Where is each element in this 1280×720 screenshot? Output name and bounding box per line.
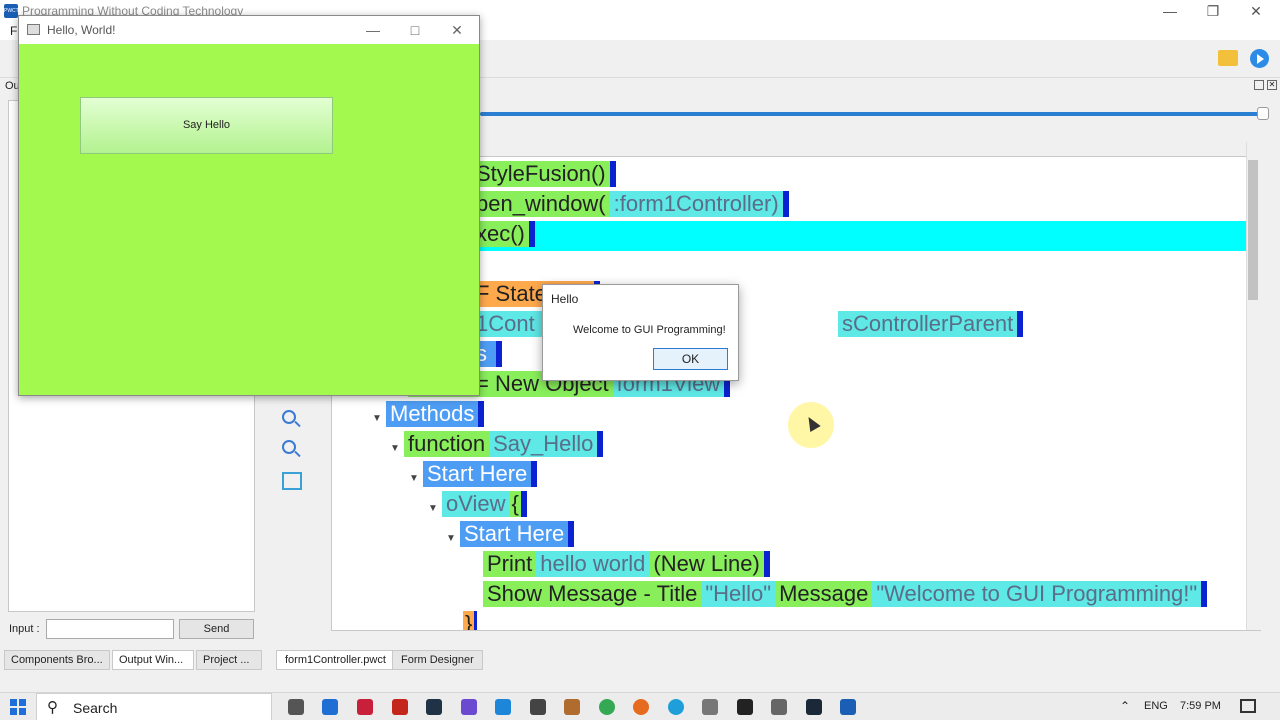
firefox-icon[interactable] [633,699,649,715]
code-token: "Welcome to GUI Programming!" [872,581,1208,607]
app-cube-icon[interactable] [530,699,546,715]
code-token: "Hello" [701,581,776,607]
steam-client-icon[interactable] [806,699,822,715]
code-token: Show Message - Title [483,581,702,607]
code-token: { [509,491,527,517]
app-icon: PWCT [4,4,19,18]
code-line[interactable]: ▼ function Say_Hello [390,431,604,462]
search-icon: ⚲ [47,699,58,716]
chat-icon[interactable] [322,699,338,715]
tray-chevron-icon[interactable]: ⌃ [1120,699,1130,713]
code-token: } [463,611,478,630]
code-token: Message [775,581,873,607]
code-line[interactable]: Show Message - Title "Hello" Message "Welco… [483,581,1208,611]
code-token: Say_Hello [489,431,604,457]
code-line[interactable]: StyleFusion() [472,161,616,191]
code-line[interactable]: ▼ oView{ [428,491,527,521]
code-line[interactable]: Print hello world (New Line) [483,551,770,581]
steam-icon[interactable] [426,699,442,715]
code-token: Methods [386,401,485,427]
selected-line-highlight [472,221,1260,251]
open-folder-icon[interactable] [1218,50,1238,66]
zoom-out-icon[interactable] [282,440,302,460]
search-label: Search [73,700,118,716]
tab-components-browser[interactable]: Components Bro... [4,650,110,670]
code-token: pen_window( [472,191,610,217]
code-token: 1Cont [472,311,544,337]
editor-scroll-thumb[interactable] [1248,160,1258,300]
hello-window-titlebar: Hello, World! — □ ✕ [19,16,479,44]
tab-form-designer[interactable]: Form Designer [392,650,483,670]
say-hello-button[interactable]: Say Hello [80,97,333,154]
restore-icon[interactable]: ❐ [1190,0,1236,22]
zoom-slider-track[interactable] [480,112,1266,116]
expand-icon[interactable] [282,472,302,490]
app-m-icon[interactable] [357,699,373,715]
chrome-icon[interactable] [599,699,615,715]
app-gear-icon[interactable] [702,699,718,715]
zoom-slider-handle[interactable] [1257,107,1269,120]
windows-start-icon[interactable] [10,699,26,715]
close-panel-icon[interactable]: ✕ [1267,80,1277,90]
close-icon[interactable]: ✕ [1233,0,1279,22]
window-icon [27,24,40,35]
code-token: :form1Controller) [609,191,789,217]
maximize-icon[interactable]: □ [395,16,435,44]
code-line[interactable]: } [463,611,478,630]
code-token: function [404,431,490,457]
notification-icon[interactable] [1240,699,1256,713]
code-token: Print [483,551,537,577]
code-line[interactable]: xec() [472,221,535,251]
code-token: xec() [472,221,535,247]
close-icon[interactable]: ✕ [437,16,477,44]
input-label: Input : [9,623,40,635]
code-token: Start Here [423,461,538,487]
code-line[interactable]: ▼ Start Here [409,461,538,492]
visual-studio-icon[interactable] [461,699,477,715]
vscode-icon[interactable] [495,699,511,715]
calculator-icon[interactable] [771,699,787,715]
code-token: sControllerParent [838,311,1024,337]
message-box-title: Hello [551,292,579,306]
task-view-icon[interactable] [288,699,304,715]
minimize-icon[interactable]: — [353,16,393,44]
tab-output-window[interactable]: Output Win... [112,650,194,670]
input-field[interactable] [46,619,174,639]
message-box: Hello Welcome to GUI Programming! OK [542,284,739,381]
code-token: (New Line) [649,551,770,577]
terminal-icon[interactable] [737,699,753,715]
collapse-arrow-icon[interactable]: ▼ [428,496,442,522]
taskbar: ⚲ Search ⌃ ENG 7:59 PM [0,692,1280,720]
pwct-icon[interactable] [840,699,856,715]
hello-window-title: Hello, World! [47,23,116,37]
tab-form1controller[interactable]: form1Controller.pwct [276,650,395,670]
zoom-in-icon[interactable] [282,410,302,430]
tab-project[interactable]: Project ... [196,650,262,670]
collapse-arrow-icon[interactable]: ▼ [372,406,386,432]
code-line[interactable]: pen_window(:form1Controller) [472,191,789,221]
collapse-arrow-icon[interactable]: ▼ [390,436,404,462]
ok-button[interactable]: OK [653,348,728,370]
collapse-arrow-icon[interactable]: ▼ [446,526,460,552]
code-token: Start Here [460,521,575,547]
minimize-icon[interactable]: — [1147,0,1193,22]
message-box-text: Welcome to GUI Programming! [573,324,726,336]
send-button[interactable]: Send [179,619,254,639]
taskbar-search[interactable]: ⚲ Search [36,693,272,720]
filezilla-icon[interactable] [392,699,408,715]
run-icon[interactable] [1250,49,1269,68]
code-token: StyleFusion() [472,161,616,187]
collapse-arrow-icon[interactable]: ▼ [409,466,423,492]
code-line[interactable]: ▼ Methods [372,401,485,432]
float-panel-icon[interactable] [1254,80,1264,90]
tray-clock[interactable]: 7:59 PM [1180,700,1221,712]
tray-language[interactable]: ENG [1144,700,1168,712]
code-token: hello world [536,551,650,577]
file-explorer-icon[interactable] [564,699,580,715]
code-line[interactable]: ▼ Start Here [446,521,575,552]
edge-icon[interactable] [668,699,684,715]
hello-world-window: Hello, World! — □ ✕ Say Hello [18,15,480,396]
code-token: oView [442,491,510,517]
play-icon [1257,54,1264,64]
